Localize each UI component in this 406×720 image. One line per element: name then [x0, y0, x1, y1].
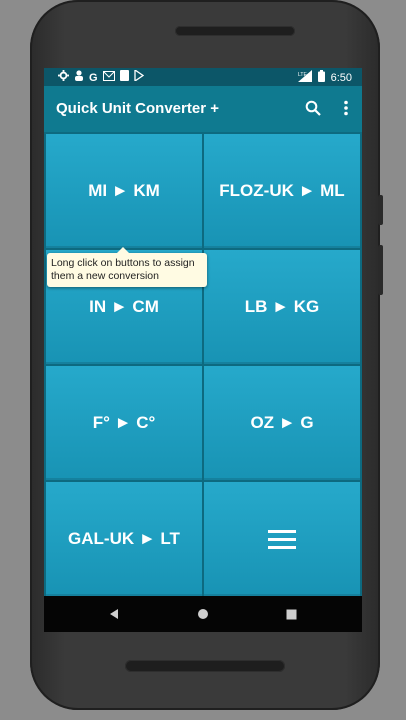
clock: 6:50 [330, 71, 352, 84]
tile-label: OZ ► G [250, 413, 314, 432]
convert-f-c-button[interactable]: F° ► C° [46, 366, 202, 480]
notification-icons: G [58, 68, 144, 85]
tooltip-text: Long click on buttons to assign them a n… [51, 257, 195, 282]
convert-oz-g-button[interactable]: OZ ► G [204, 366, 360, 480]
recents-icon[interactable] [282, 605, 300, 623]
google-icon: G [89, 71, 98, 84]
person-icon [74, 70, 84, 85]
convert-lb-kg-button[interactable]: LB ► KG [204, 250, 360, 364]
app-bar: Quick Unit Converter + [44, 86, 362, 132]
tooltip: Long click on buttons to assign them a n… [47, 247, 207, 287]
power-button [378, 245, 383, 295]
convert-mi-km-button[interactable]: MI ► KM [46, 134, 202, 248]
navigation-bar [44, 596, 362, 632]
tile-label: FLOZ-UK ► ML [219, 181, 345, 200]
tile-label: F° ► C° [92, 413, 156, 432]
file-icon [119, 70, 129, 85]
speaker-top [175, 26, 295, 36]
hamburger-icon [268, 525, 296, 554]
convert-galuk-lt-button[interactable]: GAL-UK ► LT [46, 482, 202, 596]
convert-flozuk-ml-button[interactable]: FLOZ-UK ► ML [204, 134, 360, 248]
signal-icon: LTE [297, 70, 312, 85]
gmail-icon [102, 70, 115, 85]
tile-label: LB ► KG [244, 297, 320, 316]
back-icon[interactable] [105, 605, 123, 623]
search-icon[interactable] [303, 98, 323, 118]
tile-label: IN ► CM [89, 297, 159, 316]
play-store-icon [133, 68, 144, 85]
more-vert-icon[interactable] [336, 98, 356, 118]
conversion-grid: MI ► KM FLOZ-UK ► ML IN ► CM LB ► KG F° … [44, 132, 362, 596]
volume-button [378, 195, 383, 225]
app-title: Quick Unit Converter + [56, 100, 219, 117]
status-right: LTE 6:50 [297, 70, 352, 85]
battery-icon [317, 70, 325, 85]
status-bar: G LTE 6:50 [44, 68, 362, 86]
menu-button[interactable] [204, 482, 360, 596]
tile-label: MI ► KM [88, 181, 160, 200]
gear-icon [58, 70, 69, 85]
network-type: LTE [298, 72, 307, 78]
screen: G LTE 6:50 Quick Unit Converter + MI ► K… [44, 68, 362, 632]
speaker-bottom [125, 660, 285, 672]
tile-label: GAL-UK ► LT [68, 529, 180, 548]
home-icon[interactable] [194, 605, 212, 623]
